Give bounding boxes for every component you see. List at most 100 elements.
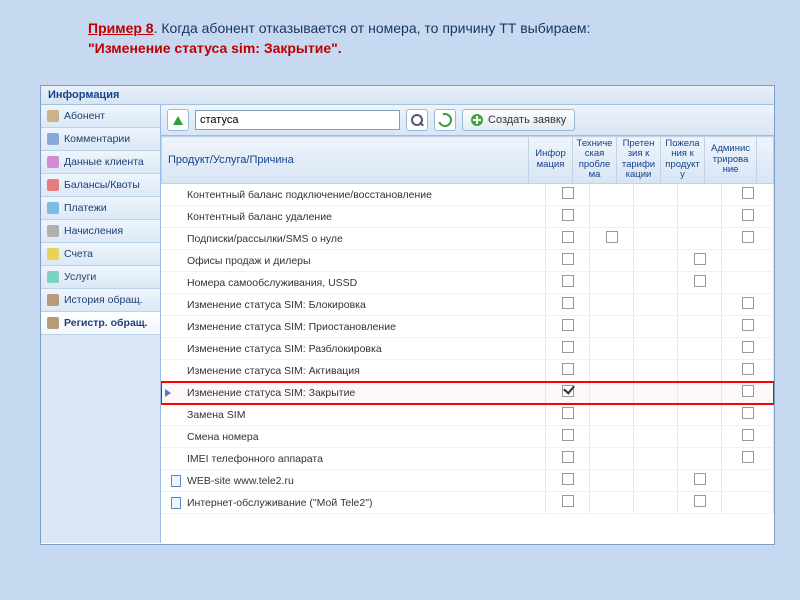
col-claim[interactable]: Претен зия к тарифи кации <box>617 137 661 184</box>
row-label: Изменение статуса SIM: Блокировка <box>187 299 366 311</box>
col-wishes[interactable]: Пожела ния к продукт у <box>661 137 705 184</box>
table-row[interactable]: Контентный баланс удаление <box>161 206 774 228</box>
row-label: Смена номера <box>187 431 259 443</box>
main-panel: Создать заявку Продукт/Услуга/Причина Ин… <box>161 105 774 543</box>
sidebar-label: Абонент <box>64 110 105 122</box>
up-button[interactable] <box>167 109 189 131</box>
checkbox[interactable] <box>742 187 754 199</box>
checkbox[interactable] <box>562 341 574 353</box>
plus-icon <box>471 114 483 126</box>
table-row[interactable]: WEB-site www.tele2.ru <box>161 470 774 492</box>
checkbox[interactable] <box>742 319 754 331</box>
sidebar-item-9[interactable]: Регистр. обращ. <box>41 312 160 335</box>
checkbox[interactable] <box>694 275 706 287</box>
row-label: Изменение статуса SIM: Активация <box>187 365 360 377</box>
search-icon <box>411 114 423 126</box>
checkbox[interactable] <box>742 297 754 309</box>
checkbox[interactable] <box>694 253 706 265</box>
checkbox[interactable] <box>562 297 574 309</box>
row-label: WEB-site www.tele2.ru <box>187 475 294 487</box>
row-label: IMEI телефонного аппарата <box>187 453 323 465</box>
table-row[interactable]: Изменение статуса SIM: Блокировка <box>161 294 774 316</box>
col-tech[interactable]: Техниче ская пробле ма <box>573 137 617 184</box>
checkbox[interactable] <box>562 429 574 441</box>
create-request-label: Создать заявку <box>488 114 566 126</box>
checkbox[interactable] <box>562 275 574 287</box>
checkbox[interactable] <box>694 473 706 485</box>
checkbox[interactable] <box>562 385 574 397</box>
refresh-icon <box>436 111 455 130</box>
checkbox[interactable] <box>742 385 754 397</box>
sidebar-label: Начисления <box>64 225 123 237</box>
checkbox[interactable] <box>694 495 706 507</box>
row-label: Изменение статуса SIM: Закрытие <box>187 387 355 399</box>
col-product[interactable]: Продукт/Услуга/Причина <box>162 137 529 184</box>
table-row[interactable]: IMEI телефонного аппарата <box>161 448 774 470</box>
checkbox[interactable] <box>562 319 574 331</box>
row-label: Номера самообслуживания, USSD <box>187 277 357 289</box>
table-row[interactable]: Изменение статуса SIM: Закрытие <box>161 382 774 404</box>
checkbox[interactable] <box>742 407 754 419</box>
sidebar-item-3[interactable]: Балансы/Квоты <box>41 174 160 197</box>
checkbox[interactable] <box>562 495 574 507</box>
table-row[interactable]: Подписки/рассылки/SMS о нуле <box>161 228 774 250</box>
table-row[interactable]: Изменение статуса SIM: Разблокировка <box>161 338 774 360</box>
checkbox[interactable] <box>562 209 574 221</box>
sidebar-item-4[interactable]: Платежи <box>41 197 160 220</box>
col-info[interactable]: Инфор мация <box>529 137 573 184</box>
expand-icon[interactable] <box>165 389 171 397</box>
checkbox[interactable] <box>562 231 574 243</box>
table-row[interactable]: Замена SIM <box>161 404 774 426</box>
sidebar-item-8[interactable]: История обращ. <box>41 289 160 312</box>
table-row[interactable]: Номера самообслуживания, USSD <box>161 272 774 294</box>
instruction-quoted: "Изменение статуса sim: Закрытие". <box>88 40 342 56</box>
table-row[interactable]: Контентный баланс подключение/восстановл… <box>161 184 774 206</box>
grid-body[interactable]: Контентный баланс подключение/восстановл… <box>161 184 774 543</box>
sidebar-label: Счета <box>64 248 93 260</box>
checkbox[interactable] <box>742 341 754 353</box>
example-number: Пример 8 <box>88 20 154 36</box>
row-label: Офисы продаж и дилеры <box>187 255 311 267</box>
table-row[interactable]: Изменение статуса SIM: Активация <box>161 360 774 382</box>
document-icon <box>171 475 181 487</box>
checkbox[interactable] <box>562 363 574 375</box>
sidebar-label: Данные клиента <box>64 156 144 168</box>
row-label: Изменение статуса SIM: Приостановление <box>187 321 396 333</box>
checkbox[interactable] <box>562 451 574 463</box>
checkbox[interactable] <box>562 473 574 485</box>
sidebar-icon <box>47 294 59 306</box>
checkbox[interactable] <box>562 187 574 199</box>
sidebar-item-7[interactable]: Услуги <box>41 266 160 289</box>
sidebar-item-5[interactable]: Начисления <box>41 220 160 243</box>
checkbox[interactable] <box>742 363 754 375</box>
toolbar: Создать заявку <box>161 105 774 136</box>
checkbox[interactable] <box>742 429 754 441</box>
table-row[interactable]: Офисы продаж и дилеры <box>161 250 774 272</box>
sidebar-label: Регистр. обращ. <box>64 317 148 329</box>
arrow-up-icon <box>173 116 183 125</box>
row-label: Подписки/рассылки/SMS о нуле <box>187 233 343 245</box>
sidebar-item-1[interactable]: Комментарии <box>41 128 160 151</box>
table-row[interactable]: Изменение статуса SIM: Приостановление <box>161 316 774 338</box>
checkbox[interactable] <box>606 231 618 243</box>
checkbox[interactable] <box>562 407 574 419</box>
sidebar-item-2[interactable]: Данные клиента <box>41 151 160 174</box>
sidebar-icon <box>47 156 59 168</box>
table-row[interactable]: Интернет-обслуживание ("Мой Tele2") <box>161 492 774 514</box>
create-request-button[interactable]: Создать заявку <box>462 109 575 131</box>
sidebar-label: Услуги <box>64 271 96 283</box>
refresh-button[interactable] <box>434 109 456 131</box>
search-input[interactable] <box>195 110 400 130</box>
instruction-text: Пример 8. Когда абонент отказывается от … <box>0 0 800 69</box>
search-button[interactable] <box>406 109 428 131</box>
grid-header: Продукт/Услуга/Причина Инфор мация Техни… <box>161 136 774 184</box>
checkbox[interactable] <box>742 209 754 221</box>
checkbox[interactable] <box>742 451 754 463</box>
checkbox[interactable] <box>742 231 754 243</box>
row-label: Изменение статуса SIM: Разблокировка <box>187 343 382 355</box>
table-row[interactable]: Смена номера <box>161 426 774 448</box>
col-admin[interactable]: Админис трирова ние <box>705 137 757 184</box>
sidebar-item-6[interactable]: Счета <box>41 243 160 266</box>
sidebar-item-0[interactable]: Абонент <box>41 105 160 128</box>
checkbox[interactable] <box>562 253 574 265</box>
